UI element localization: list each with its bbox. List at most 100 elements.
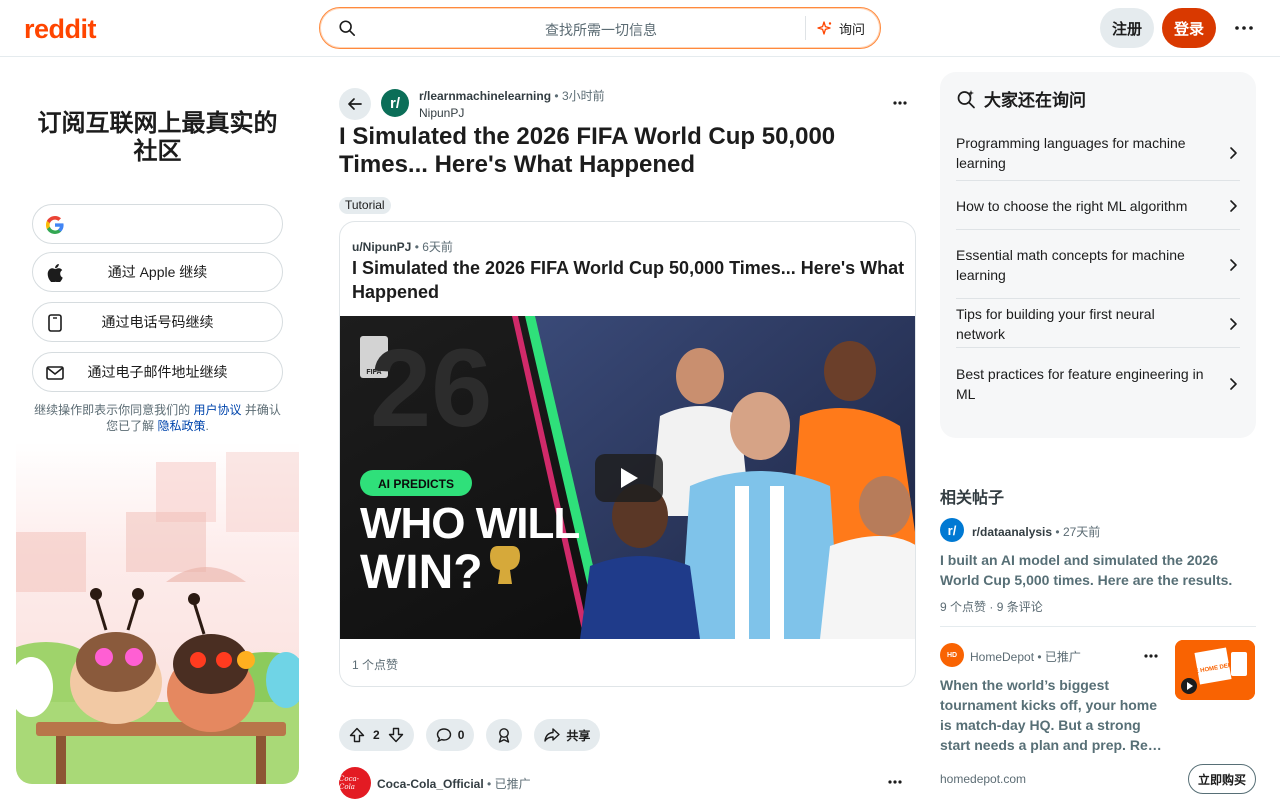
crosspost-author[interactable]: u/NipunPJ — [352, 240, 411, 254]
arrow-left-icon — [348, 98, 362, 110]
related-stats-dot: · — [989, 600, 997, 614]
question-item[interactable]: Programming languages for machine learni… — [956, 126, 1240, 181]
vote-group: 2 — [339, 719, 414, 751]
user-agreement-link[interactable]: 用户协议 — [193, 403, 241, 417]
legal-prefix: 继续操作即表示你同意我们的 — [34, 403, 191, 417]
question-item[interactable]: Essential math concepts for machine lear… — [956, 231, 1240, 299]
video-year-text: 26 — [370, 327, 492, 450]
chevron-right-icon — [1230, 258, 1237, 271]
related-comments: 9 条评论 — [996, 600, 1043, 614]
homedepot-promoted: 已推广 — [1044, 650, 1081, 664]
promoted-dot: • — [487, 777, 495, 791]
subreddit-link[interactable]: r/learnmachinelearning — [419, 89, 551, 103]
homedepot-ad-text[interactable]: When the world’s biggest tournament kick… — [940, 675, 1166, 755]
phone-icon — [45, 313, 65, 333]
ask-button[interactable]: 询问 — [817, 19, 865, 38]
email-signin-label: 通过电子邮件地址继续 — [87, 364, 228, 380]
advertiser-name[interactable]: Coca-Cola_Official — [377, 777, 484, 791]
phone-signin-label: 通过电话号码继续 — [101, 314, 214, 330]
chevron-right-icon — [1230, 199, 1237, 212]
upvote-icon[interactable] — [349, 727, 365, 743]
post-title: I Simulated the 2026 FIFA World Cup 50,0… — [339, 123, 836, 178]
sparkle-icon — [817, 20, 832, 35]
post-meta: r/learnmachinelearning • 3小时前 NipunPJ — [419, 88, 605, 121]
question-item[interactable]: Best practices for feature engineering i… — [956, 349, 1240, 419]
question-item[interactable]: Tips for building your first neural netw… — [956, 300, 1240, 348]
related-post-title[interactable]: I built an AI model and simulated the 20… — [940, 550, 1240, 590]
phone-signin-button[interactable]: 通过电话号码继续 — [32, 302, 283, 342]
share-button[interactable]: 共享 — [534, 719, 601, 751]
crosspost-title: I Simulated the 2026 FIFA World Cup 50,0… — [352, 258, 905, 302]
related-time: 27天前 — [1062, 525, 1101, 539]
related-subreddit-avatar[interactable]: r/ — [940, 518, 964, 542]
post-flair[interactable]: Tutorial — [339, 197, 391, 214]
legal-notice: 继续操作即表示你同意我们的 用户协议 并确认您已了解 隐私政策. — [32, 402, 283, 434]
promoted-meta: Coca-Cola_Official • 已推广 — [377, 775, 531, 792]
google-signin-button[interactable] — [32, 204, 283, 244]
related-subreddit[interactable]: r/dataanalysis — [972, 525, 1052, 539]
buy-now-button[interactable]: 立即购买 — [1188, 764, 1256, 794]
share-icon — [544, 728, 561, 742]
related-likes: 9 个点赞 — [940, 600, 987, 614]
comments-button[interactable]: 0 — [425, 719, 475, 751]
homedepot-ad-thumbnail[interactable]: THE HOME DEPOT — [1175, 640, 1255, 700]
privacy-policy-link[interactable]: 隐私政策 — [158, 419, 206, 433]
meta-dot: • — [554, 89, 559, 103]
comment-count: 0 — [457, 728, 465, 742]
post-author[interactable]: NipunPJ — [419, 105, 605, 121]
question-text: How to choose the right ML algorithm — [956, 197, 1188, 214]
award-button[interactable] — [486, 719, 523, 751]
signup-heading: 订阅互联网上最真实的社区 — [37, 110, 278, 165]
ai-search-icon — [957, 89, 975, 108]
crosspost-likes: 1 个点赞 — [352, 658, 399, 672]
panel-header: 大家还在询问 — [956, 86, 1086, 111]
comment-icon — [436, 728, 451, 743]
email-signin-button[interactable]: 通过电子邮件地址继续 — [32, 352, 283, 392]
login-button[interactable]: 登录 — [1162, 8, 1216, 48]
back-button[interactable] — [339, 88, 371, 120]
post-options-icon[interactable] — [888, 92, 912, 116]
question-text: Best practices for feature engineering i… — [956, 366, 1204, 402]
search-bar[interactable]: 查找所需一切信息 询问 — [319, 7, 881, 49]
reddit-logo[interactable]: reddit — [24, 14, 97, 45]
crosspost-card[interactable]: u/NipunPJ • 6天前 I Simulated the 2026 FIF… — [339, 221, 916, 687]
homedepot-name[interactable]: HomeDepot — [970, 650, 1034, 664]
legal-end: . — [205, 419, 209, 433]
question-text: Essential math concepts for machine lear… — [956, 246, 1185, 283]
question-item[interactable]: How to choose the right ML algorithm — [956, 182, 1240, 230]
cocacola-avatar[interactable]: Coca-Cola — [339, 767, 371, 799]
ask-label: 询问 — [839, 22, 866, 37]
related-meta: r/dataanalysis • 27天前 — [972, 523, 1100, 540]
ad-options-icon[interactable] — [888, 771, 902, 789]
video-line2: WIN? — [360, 546, 483, 599]
video-line1: WHO WILL — [360, 499, 579, 548]
apple-icon — [45, 263, 65, 283]
share-label: 共享 — [566, 728, 591, 743]
search-placeholder: 查找所需一切信息 — [545, 22, 657, 38]
play-button[interactable] — [595, 454, 663, 502]
video-player[interactable]: FIFA 26 AI PREDICTS WHO WILL WIN? — [340, 316, 915, 639]
vote-count: 2 — [373, 728, 380, 742]
play-icon — [621, 468, 638, 488]
award-icon — [499, 728, 510, 743]
panel-heading: 大家还在询问 — [984, 91, 1086, 110]
homedepot-domain[interactable]: homedepot.com — [940, 772, 1026, 786]
apple-signin-button[interactable]: 通过 Apple 继续 — [32, 252, 283, 292]
homedepot-dot: • — [1037, 650, 1045, 664]
question-text: Tips for building your first neural netw… — [956, 305, 1155, 342]
subreddit-avatar[interactable]: r/ — [381, 89, 409, 117]
top-bar: reddit 查找所需一切信息 询问 注册 登录 — [0, 0, 1280, 57]
chevron-right-icon — [1230, 317, 1237, 330]
register-button[interactable]: 注册 — [1100, 8, 1154, 48]
chevron-right-icon — [1230, 378, 1237, 390]
homedepot-options-icon[interactable] — [1144, 645, 1158, 661]
homedepot-avatar[interactable]: HD — [940, 643, 964, 667]
mail-icon — [45, 363, 65, 383]
promoted-post-row[interactable]: Coca-Cola Coca-Cola_Official • 已推广 — [339, 767, 916, 799]
crosspost-time: 6天前 — [422, 240, 453, 254]
video-badge: AI PREDICTS — [378, 477, 454, 491]
people-also-ask-panel: 大家还在询问 Programming languages for machine… — [940, 72, 1256, 438]
promoted-label: 已推广 — [494, 777, 531, 791]
ellipsis-icon[interactable] — [1232, 16, 1256, 40]
downvote-icon[interactable] — [388, 727, 404, 743]
